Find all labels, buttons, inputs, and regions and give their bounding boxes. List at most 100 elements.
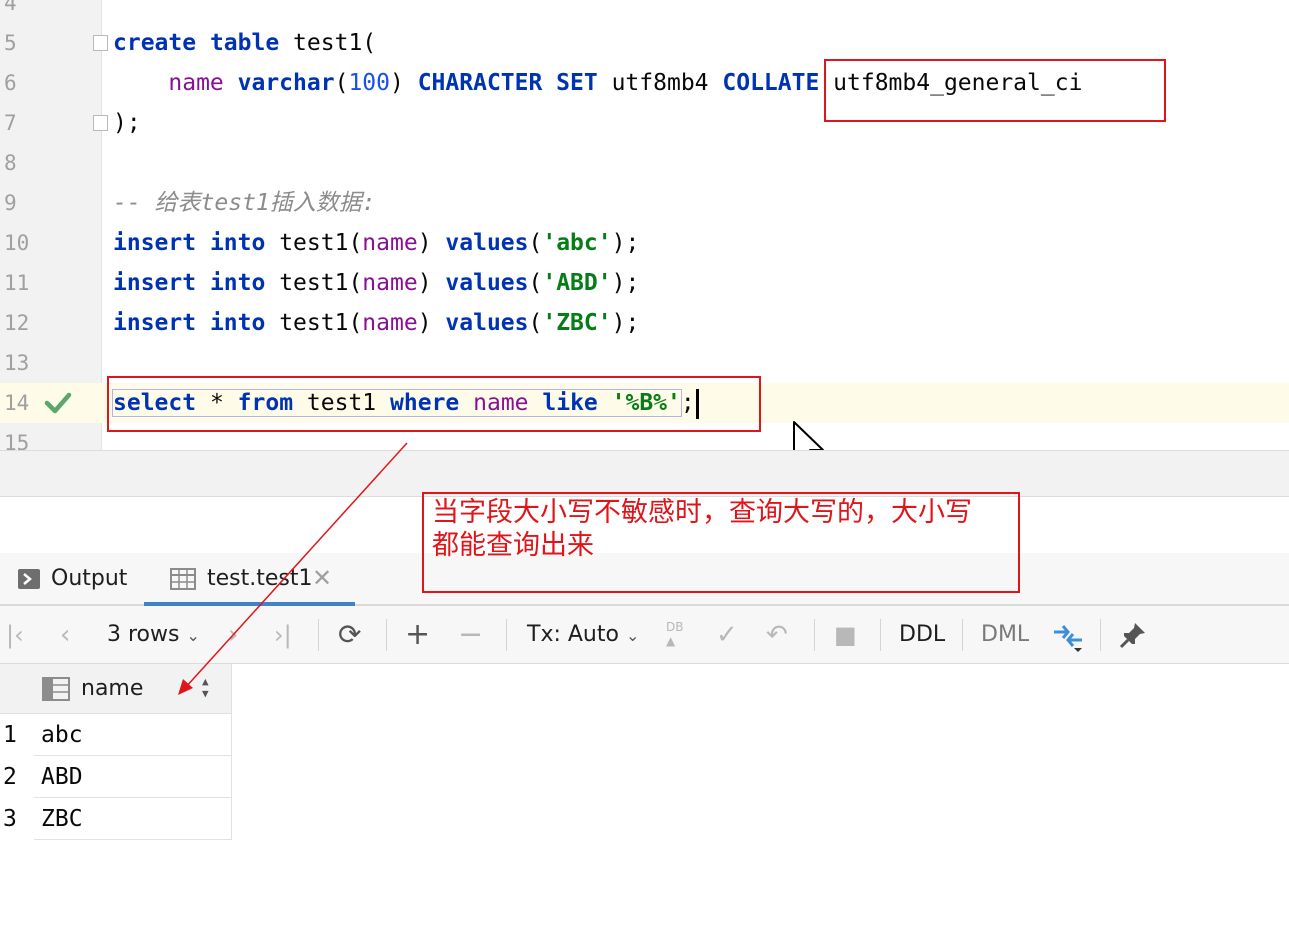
code-text[interactable]: insert into test1(name) values('ABD'); (113, 263, 639, 303)
line-number: 10 (4, 231, 30, 255)
keyword: create (113, 30, 197, 56)
keyword: into (209, 230, 266, 256)
annotation-note: 当字段大小写不敏感时，查询大写的，大小写都能查询出来 (422, 492, 1020, 593)
code-line: 12 insert into test1(name) values('ZBC')… (0, 303, 1289, 343)
string-literal: 'ABD' (542, 270, 612, 296)
code-punct: ); (611, 310, 640, 336)
chevron-down-icon: ⌄ (186, 626, 200, 645)
tx-mode-label: Tx: Auto (527, 622, 619, 647)
rollback-icon[interactable]: ↶ (766, 606, 788, 664)
next-page-icon[interactable]: › (228, 606, 238, 664)
keyword: values (445, 270, 529, 296)
toolbar-separator (318, 619, 319, 651)
column-header-name[interactable]: name ▲ ▼ (34, 664, 232, 714)
code-punct: ) (417, 230, 432, 256)
toolbar-separator (962, 619, 963, 651)
annotation-box-collation (824, 59, 1166, 122)
line-number: 11 (4, 271, 30, 295)
ddl-button[interactable]: DDL (899, 606, 945, 664)
fold-open-icon[interactable] (93, 35, 108, 51)
line-number: 6 (4, 71, 17, 95)
last-page-icon[interactable]: ›| (274, 606, 292, 664)
tab-table-result[interactable]: test.test1 ✕ (144, 553, 355, 604)
field-name: name (168, 70, 224, 96)
results-toolbar: |‹ ‹ 3 rows ⌄ › ›| ⟳ + − Tx: Auto ⌄ DB ▲ … (0, 606, 1289, 664)
row-number: 3 (3, 806, 17, 832)
code-text[interactable]: create table test1( (113, 23, 376, 63)
toolbar-separator (880, 619, 881, 651)
close-icon[interactable]: ✕ (312, 553, 332, 604)
code-punct: ( (528, 230, 543, 256)
panel-splitter[interactable] (0, 450, 1289, 497)
charset-value: utf8mb4 (611, 70, 709, 96)
toolbar-separator (1100, 619, 1101, 651)
console-icon (18, 569, 40, 589)
row-count-dropdown[interactable]: 3 rows ⌄ (107, 606, 200, 664)
annotation-box-query (107, 376, 761, 432)
pin-icon[interactable] (1118, 620, 1148, 650)
line-number: 7 (4, 111, 17, 135)
table-cell[interactable]: ABD (34, 756, 232, 798)
db-label: DB (666, 620, 684, 634)
stop-icon[interactable]: ■ (834, 606, 857, 664)
result-grid[interactable]: name ▲ ▼ 1 abc 2 ABD 3 ZBC (0, 664, 1289, 927)
table-cell[interactable]: ZBC (34, 798, 232, 840)
field-name: name (362, 310, 418, 336)
keyword: insert (113, 230, 197, 256)
column-header-label: name (81, 676, 144, 701)
code-line: 4 (0, 0, 1289, 23)
toolbar-separator (506, 619, 507, 651)
line-number: 4 (4, 0, 17, 15)
mouse-pointer-icon (793, 421, 824, 450)
sql-editor[interactable]: 4 5 create table test1( 6 name varchar(1… (0, 0, 1289, 450)
keyword: varchar (237, 70, 335, 96)
code-identifier: test1( (279, 270, 363, 296)
line-number: 14 (4, 391, 30, 415)
keyword: COLLATE (722, 70, 820, 96)
code-line: 5 create table test1( (0, 23, 1289, 63)
table-cell[interactable]: abc (34, 714, 232, 756)
code-text[interactable]: ); (113, 103, 141, 143)
line-number: 12 (4, 311, 30, 335)
line-number: 13 (4, 351, 30, 375)
row-number-header (0, 664, 34, 714)
check-icon (44, 392, 72, 414)
row-number: 1 (3, 722, 17, 748)
string-literal: 'abc' (542, 230, 612, 256)
code-text[interactable]: insert into test1(name) values('ZBC'); (113, 303, 639, 343)
tab-table-label: test.test1 (207, 566, 313, 591)
fold-close-icon[interactable] (93, 115, 108, 131)
keyword: values (445, 230, 529, 256)
number-literal: 100 (348, 70, 390, 96)
first-page-icon[interactable]: |‹ (6, 606, 24, 664)
code-text[interactable]: insert into test1(name) values('abc'); (113, 223, 639, 263)
tab-output-label: Output (51, 566, 128, 591)
refresh-icon[interactable]: ⟳ (338, 606, 361, 664)
transaction-mode-dropdown[interactable]: Tx: Auto ⌄ (527, 606, 639, 664)
submit-db-icon[interactable]: DB ▲ (666, 620, 683, 650)
add-row-icon[interactable]: + (405, 606, 430, 664)
field-name: name (362, 230, 418, 256)
chevron-down-icon: ⌄ (625, 626, 640, 645)
row-count-label: 3 rows (107, 622, 180, 647)
keyword: table (209, 30, 280, 56)
string-literal: 'ZBC' (542, 310, 612, 336)
dml-button[interactable]: DML (981, 606, 1029, 664)
toolbar-separator (814, 619, 815, 651)
code-punct: ) (417, 310, 432, 336)
line-number: 9 (4, 191, 17, 215)
code-punct: ) (417, 270, 432, 296)
field-name: name (362, 270, 418, 296)
delete-row-icon[interactable]: − (458, 606, 483, 664)
code-punct: ); (611, 230, 640, 256)
keyword: values (445, 310, 529, 336)
previous-page-icon[interactable]: ‹ (60, 606, 70, 664)
annotation-note-text: 当字段大小写不敏感时，查询大写的，大小写都能查询出来 (432, 497, 972, 561)
line-number: 8 (4, 151, 17, 175)
code-identifier: test1( (279, 230, 363, 256)
sort-icon[interactable]: ▲ ▼ (202, 676, 209, 700)
code-punct: ( (334, 70, 349, 96)
commit-icon[interactable]: ✓ (716, 606, 738, 664)
code-comment[interactable]: -- 给表test1插入数据: (113, 183, 376, 223)
compare-arrows-icon[interactable] (1052, 620, 1086, 652)
